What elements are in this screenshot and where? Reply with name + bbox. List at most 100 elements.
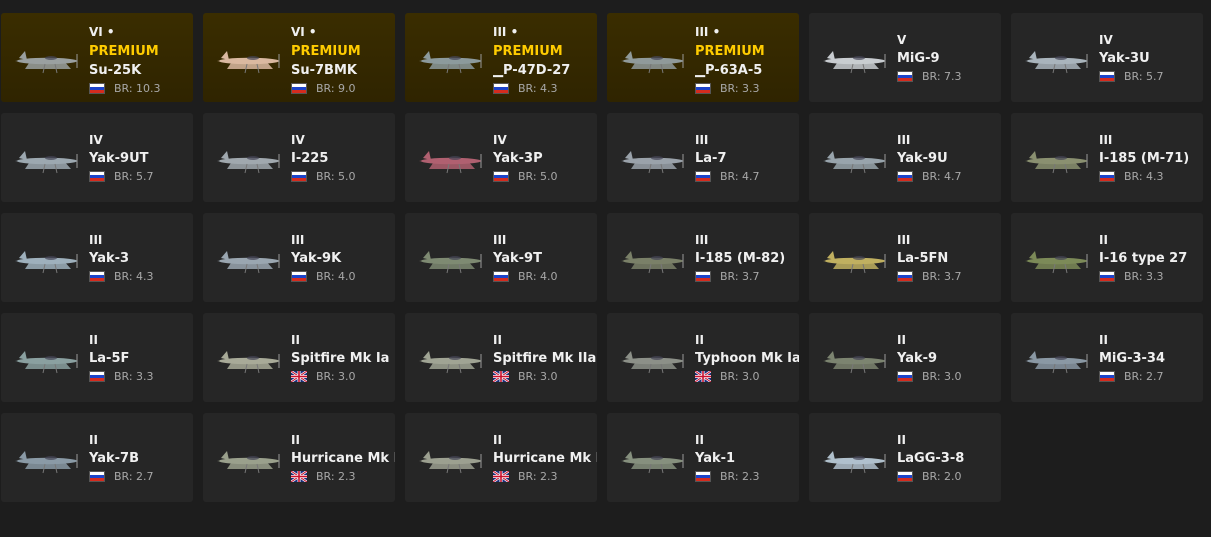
vehicle-card-17[interactable]: II I-16 type 27 BR: 3.3: [1011, 213, 1203, 302]
aircraft-icon: [217, 51, 280, 74]
battle-rating: BR: 5.0: [518, 170, 558, 183]
vehicle-card-14[interactable]: III Yak-9T BR: 4.0: [405, 213, 597, 302]
battle-rating: BR: 9.0: [316, 82, 356, 95]
vehicle-card-25[interactable]: II Hurricane Mk I/L BR: 2.3: [203, 413, 395, 502]
vehicle-name: Yak-3U: [1099, 51, 1150, 66]
tier-label: III: [695, 233, 709, 247]
battle-rating: BR: 3.7: [922, 270, 962, 283]
aircraft-icon: [419, 351, 482, 374]
tier-label: IV: [1099, 33, 1113, 47]
aircraft-icon: [419, 151, 482, 174]
vehicle-info: III I-185 (M-82) BR: 3.7: [695, 233, 785, 283]
vehicle-meta: BR: 4.0: [291, 270, 356, 283]
vehicle-card-26[interactable]: II Hurricane Mk IIB BR: 2.3: [405, 413, 597, 502]
vehicle-card-21[interactable]: II Typhoon Mk Ia BR: 3.0: [607, 313, 799, 402]
ussr-flag-icon: [493, 271, 509, 282]
aircraft-icon: [1025, 51, 1088, 74]
vehicle-meta: BR: 2.7: [1099, 370, 1165, 383]
vehicle-name: Typhoon Mk Ia: [695, 351, 799, 366]
tier-label: III •: [695, 25, 721, 39]
battle-rating: BR: 3.3: [720, 82, 760, 95]
tier-label: III: [291, 233, 305, 247]
vehicle-info: II Spitfire Mk Ia BR: 3.0: [291, 333, 389, 383]
vehicle-meta: BR: 4.3: [89, 270, 154, 283]
vehicle-card-15[interactable]: III I-185 (M-82) BR: 3.7: [607, 213, 799, 302]
vehicle-name: LaGG-3-8: [897, 451, 965, 466]
vehicle-card-7[interactable]: IV I-225 BR: 5.0: [203, 113, 395, 202]
vehicle-card-28[interactable]: II LaGG-3-8 BR: 2.0: [809, 413, 1001, 502]
ussr-flag-icon: [89, 371, 105, 382]
battle-rating: BR: 3.3: [1124, 270, 1164, 283]
vehicle-card-22[interactable]: II Yak-9 BR: 3.0: [809, 313, 1001, 402]
vehicle-info: V MiG-9 BR: 7.3: [897, 33, 962, 83]
tier-label: III: [695, 133, 709, 147]
ussr-flag-icon: [493, 171, 509, 182]
vehicle-card-13[interactable]: III Yak-9K BR: 4.0: [203, 213, 395, 302]
tier-label: III: [493, 233, 507, 247]
tier-label: II: [493, 333, 502, 347]
tier-label: III: [897, 233, 911, 247]
aircraft-icon: [217, 351, 280, 374]
vehicle-card-10[interactable]: III Yak-9U BR: 4.7: [809, 113, 1001, 202]
vehicle-info: II LaGG-3-8 BR: 2.0: [897, 433, 964, 483]
vehicle-card-0[interactable]: VI • PREMIUM Su-25K BR: 10.3: [1, 13, 193, 102]
tier-label: VI •: [89, 25, 115, 39]
vehicle-card-1[interactable]: VI • PREMIUM Su-7BMK BR: 9.0: [203, 13, 395, 102]
vehicle-name: I-185 (M-82): [695, 251, 786, 266]
battle-rating: BR: 2.7: [1124, 370, 1164, 383]
vehicle-card-20[interactable]: II Spitfire Mk IIa BR: 3.0: [405, 313, 597, 402]
aircraft-icon: [15, 451, 78, 474]
vehicle-meta: BR: 5.7: [89, 170, 154, 183]
tier-label: III •: [493, 25, 519, 39]
vehicle-info: III La-7 BR: 4.7: [695, 133, 760, 183]
vehicle-card-11[interactable]: III I-185 (M-71) BR: 4.3: [1011, 113, 1203, 202]
battle-rating: BR: 5.7: [114, 170, 154, 183]
aircraft-icon: [15, 251, 78, 274]
vehicle-card-19[interactable]: II Spitfire Mk Ia BR: 3.0: [203, 313, 395, 402]
aircraft-icon: [15, 51, 78, 74]
vehicle-card-24[interactable]: II Yak-7B BR: 2.7: [1, 413, 193, 502]
premium-label: PREMIUM: [493, 44, 563, 59]
vehicle-card-27[interactable]: II Yak-1 BR: 2.3: [607, 413, 799, 502]
vehicle-card-8[interactable]: IV Yak-3P BR: 5.0: [405, 113, 597, 202]
ussr-flag-icon: [1099, 371, 1115, 382]
battle-rating: BR: 4.7: [922, 170, 962, 183]
vehicle-meta: BR: 9.0: [291, 82, 361, 95]
aircraft-icon: [419, 451, 482, 474]
vehicle-card-23[interactable]: II MiG-3-34 BR: 2.7: [1011, 313, 1203, 402]
ussr-flag-icon: [695, 171, 711, 182]
battle-rating: BR: 3.0: [316, 370, 356, 383]
tier-label: II: [89, 433, 98, 447]
tier-label: II: [897, 433, 906, 447]
aircraft-icon: [823, 251, 886, 274]
battle-rating: BR: 3.3: [114, 370, 154, 383]
vehicle-card-12[interactable]: III Yak-3 BR: 4.3: [1, 213, 193, 302]
vehicle-info: III • PREMIUM ▁P-47D-27 BR: 4.3: [493, 25, 570, 95]
vehicle-card-9[interactable]: III La-7 BR: 4.7: [607, 113, 799, 202]
vehicle-name: La-5F: [89, 351, 130, 366]
battle-rating: BR: 2.7: [114, 470, 154, 483]
vehicle-name: I-185 (M-71): [1099, 151, 1190, 166]
aircraft-icon: [217, 451, 280, 474]
vehicle-card-4[interactable]: V MiG-9 BR: 7.3: [809, 13, 1001, 102]
vehicle-card-16[interactable]: III La-5FN BR: 3.7: [809, 213, 1001, 302]
vehicle-card-18[interactable]: II La-5F BR: 3.3: [1, 313, 193, 402]
vehicle-card-3[interactable]: III • PREMIUM ▁P-63A-5 BR: 3.3: [607, 13, 799, 102]
vehicle-card-2[interactable]: III • PREMIUM ▁P-47D-27 BR: 4.3: [405, 13, 597, 102]
vehicle-name: Yak-9T: [493, 251, 542, 266]
vehicle-info: III La-5FN BR: 3.7: [897, 233, 962, 283]
vehicle-card-6[interactable]: IV Yak-9UT BR: 5.7: [1, 113, 193, 202]
vehicle-meta: BR: 4.7: [695, 170, 760, 183]
ussr-flag-icon: [291, 83, 307, 94]
uk-flag-icon: [291, 371, 307, 382]
vehicle-meta: BR: 4.3: [1099, 170, 1189, 183]
vehicle-card-5[interactable]: IV Yak-3U BR: 5.7: [1011, 13, 1203, 102]
ussr-flag-icon: [89, 83, 105, 94]
vehicle-meta: BR: 4.7: [897, 170, 962, 183]
vehicle-info: II Yak-9 BR: 3.0: [897, 333, 962, 383]
ussr-flag-icon: [493, 83, 509, 94]
ussr-flag-icon: [897, 271, 913, 282]
battle-rating: BR: 4.3: [1124, 170, 1164, 183]
vehicle-name: ▁P-47D-27: [493, 63, 571, 78]
vehicle-meta: BR: 3.7: [897, 270, 962, 283]
